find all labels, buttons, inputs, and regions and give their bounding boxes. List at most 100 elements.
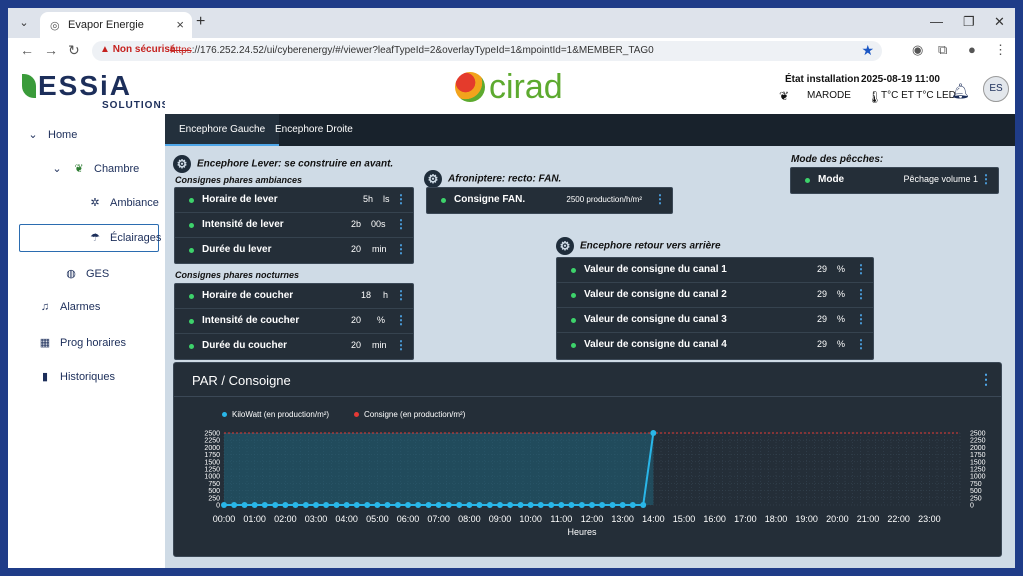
x-tick-label: 06:00 <box>397 514 420 524</box>
user-avatar[interactable]: ES <box>983 76 1009 102</box>
data-point-kilowatt <box>333 502 340 508</box>
status-dot <box>189 198 194 203</box>
back-icon[interactable]: ← <box>20 42 34 58</box>
sidebar-item-ges[interactable]: ◍ GES <box>64 267 109 291</box>
x-tick-label: 09:00 <box>489 514 512 524</box>
row-menu-icon[interactable]: ⋮ <box>395 217 407 231</box>
new-tab-icon[interactable]: + <box>196 13 205 31</box>
sidebar-item-alarmes[interactable]: ♫ Alarmes <box>38 301 100 325</box>
globe-icon: ◎ <box>50 20 60 32</box>
tab-encephore-droite[interactable]: Encephore Droite <box>261 114 367 146</box>
status-dot <box>441 198 446 203</box>
data-point-kilowatt <box>384 502 391 508</box>
y-tick-label-right: 250 <box>970 495 982 502</box>
row-menu-icon[interactable]: ⋮ <box>395 288 407 302</box>
sidebar-item-eclairages[interactable]: ☂ Éclairages <box>19 224 161 252</box>
x-tick-label: 22:00 <box>887 514 910 524</box>
data-point-kilowatt <box>405 502 411 508</box>
sidebar-item-ambiance[interactable]: ✲ Ambiance <box>88 196 159 220</box>
browser-tab[interactable]: ◎ Evapor Energie × <box>40 12 192 38</box>
row-menu-icon[interactable]: ⋮ <box>395 242 407 256</box>
data-point-kilowatt <box>629 502 636 508</box>
row-menu-icon[interactable]: ⋮ <box>980 172 992 186</box>
y-tick-label: 500 <box>208 488 220 495</box>
sidebar-item-prog-horaires[interactable]: ▦ Prog horaires <box>38 336 126 360</box>
y-tick-label: 250 <box>208 495 220 502</box>
y-tick-label: 1000 <box>204 474 220 481</box>
extensions-icon[interactable]: ⧉ <box>938 42 947 58</box>
row-menu-icon[interactable]: ⋮ <box>654 192 666 206</box>
cirad-ball-icon <box>455 72 485 102</box>
browser-toolbar: ← → ↻ ▲ Non sécurisé https://176.252.24.… <box>8 38 1015 64</box>
data-point-kilowatt <box>425 502 432 508</box>
y-tick-label-right: 1750 <box>970 452 986 459</box>
maximize-icon[interactable]: ❐ <box>963 14 975 30</box>
row-menu-icon[interactable]: ⋮ <box>395 192 407 206</box>
row-menu-icon[interactable]: ⋮ <box>855 337 867 351</box>
status-dot <box>189 319 194 324</box>
notifications-bell-icon[interactable]: 🔔︎ <box>951 82 970 100</box>
row-menu-icon[interactable]: ⋮ <box>855 262 867 276</box>
status-dot <box>189 223 194 228</box>
x-tick-label: 05:00 <box>366 514 389 524</box>
sidebar-item-home[interactable]: ⌄ Home <box>26 128 77 152</box>
browser-tab-bar: ⌄ ◎ Evapor Energie × + — ❐ ✕ <box>8 8 1015 38</box>
y-tick-label: 2250 <box>204 438 220 445</box>
gear-icon: ⚙ <box>173 155 191 173</box>
sidebar-item-historiques[interactable]: ▮ Historiques <box>38 370 115 394</box>
encephore-tabs: Encephore Gauche Encephore Droite <box>165 114 1015 146</box>
close-tab-icon[interactable]: × <box>176 17 184 32</box>
account-icon[interactable]: ● <box>968 42 976 57</box>
leaf-icon: ❦ <box>779 89 790 103</box>
y-tick-label-right: 2500 <box>970 431 986 438</box>
x-tick-label: 12:00 <box>581 514 604 524</box>
x-tick-label: 08:00 <box>458 514 481 524</box>
gear-icon: ⚙ <box>424 170 442 188</box>
y-tick-label-right: 0 <box>970 503 974 510</box>
data-point-kilowatt <box>241 502 248 508</box>
data-point-kilowatt <box>292 502 299 508</box>
data-point-kilowatt <box>589 502 595 508</box>
forward-icon[interactable]: → <box>44 42 58 58</box>
mode-value[interactable]: Pêchage volume 1 <box>903 174 978 184</box>
url-text[interactable]: https://176.252.24.52/ui/cyberenergy/#/v… <box>170 45 654 56</box>
leaf-icon: ❦ <box>74 163 84 175</box>
sidebar-item-chambre[interactable]: ⌄ ❦ Chambre <box>50 162 139 186</box>
browser-window: ⌄ ◎ Evapor Energie × + — ❐ ✕ ← → ↻ ▲ Non… <box>8 8 1015 568</box>
status-dot <box>571 318 576 323</box>
data-point-kilowatt <box>343 502 350 508</box>
profile-sync-icon[interactable]: ◉ <box>912 42 923 58</box>
data-point-kilowatt <box>537 502 544 508</box>
not-secure-badge[interactable]: ▲ Non sécurisé <box>100 44 176 55</box>
data-point-kilowatt <box>578 502 585 508</box>
x-tick-label: 16:00 <box>703 514 726 524</box>
address-bar[interactable]: ▲ Non sécurisé https://176.252.24.52/ui/… <box>92 41 882 61</box>
row-menu-icon[interactable]: ⋮ <box>855 287 867 301</box>
tab-search-icon[interactable]: ⌄ <box>14 14 34 32</box>
data-point-kilowatt <box>302 502 309 508</box>
data-point-kilowatt <box>476 502 483 508</box>
row-mode: Mode Pêchage volume 1 ⋮ <box>791 168 998 193</box>
minimize-icon[interactable]: — <box>930 14 943 29</box>
close-window-icon[interactable]: ✕ <box>994 14 1005 30</box>
bookmark-star-icon[interactable]: ★ <box>861 42 874 59</box>
status-dot <box>189 344 194 349</box>
calendar-icon: ▦ <box>39 337 51 349</box>
x-tick-label: 02:00 <box>274 514 297 524</box>
row-menu-icon[interactable]: ⋮ <box>855 312 867 326</box>
x-tick-label: 10:00 <box>519 514 542 524</box>
data-point-kilowatt <box>415 502 422 508</box>
data-point-kilowatt <box>517 502 524 508</box>
row-consigne-fan: Consigne FAN. 2500 production/h/m² ⋮ <box>427 188 672 213</box>
reload-icon[interactable]: ↻ <box>68 42 80 59</box>
x-tick-label: 01:00 <box>243 514 266 524</box>
data-point-kilowatt <box>353 502 360 508</box>
x-tick-label: 14:00 <box>642 514 665 524</box>
app-header: cirad État installation ❦ MARODE 2025-08… <box>165 64 1015 114</box>
row-canal-2: Valeur de consigne du canal 2 29 % ⋮ <box>557 283 873 308</box>
data-point-kilowatt <box>599 502 606 508</box>
temperatures-label: T°C ET T°C LED <box>881 90 956 101</box>
row-menu-icon[interactable]: ⋮ <box>395 338 407 352</box>
row-menu-icon[interactable]: ⋮ <box>395 313 407 327</box>
browser-menu-icon[interactable]: ⋮ <box>994 42 1007 58</box>
